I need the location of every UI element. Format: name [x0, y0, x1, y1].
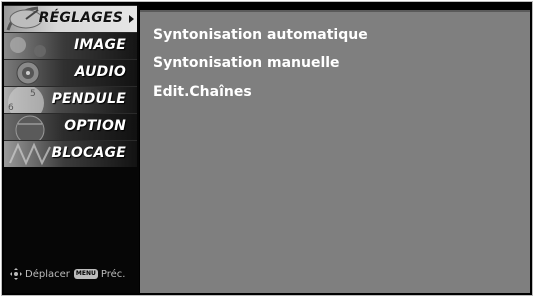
tv-menu-screen: RÉGLAGES IMAGE AUDIO 6 5 PENDULE OPTION …: [1, 1, 533, 296]
move-arrows-icon: [10, 268, 22, 280]
menu-item-blocage[interactable]: BLOCAGE: [4, 140, 137, 167]
submenu-panel: Syntonisation automatique Syntonisation …: [140, 10, 530, 293]
menu-item-label: BLOCAGE: [51, 145, 126, 161]
submenu-option-manual-tuning[interactable]: Syntonisation manuelle: [153, 55, 340, 71]
menu-item-label: OPTION: [64, 118, 126, 134]
main-menu-sidebar: RÉGLAGES IMAGE AUDIO 6 5 PENDULE OPTION …: [4, 5, 139, 293]
menu-item-image[interactable]: IMAGE: [4, 32, 137, 59]
menu-key-icon: MENU: [73, 269, 98, 279]
submenu-option-channel-edit[interactable]: Edit.Chaînes: [153, 84, 252, 100]
move-hint-label: Déplacer: [25, 268, 70, 280]
svg-text:5: 5: [30, 89, 36, 99]
menu-item-label: PENDULE: [51, 91, 126, 107]
menu-item-label: AUDIO: [74, 64, 126, 80]
menu-item-reglages[interactable]: RÉGLAGES: [4, 5, 137, 32]
submenu-option-auto-tuning[interactable]: Syntonisation automatique: [153, 27, 368, 43]
menu-item-audio[interactable]: AUDIO: [4, 59, 137, 86]
chevron-right-icon: [129, 15, 134, 23]
svg-text:6: 6: [8, 103, 14, 113]
previous-hint-label: Préc.: [100, 268, 126, 280]
menu-item-option[interactable]: OPTION: [4, 113, 137, 140]
menu-item-label: IMAGE: [73, 37, 126, 53]
menu-item-label: RÉGLAGES: [38, 10, 123, 26]
menu-item-pendule[interactable]: 6 5 PENDULE: [4, 86, 137, 113]
panel-top-divider: [140, 10, 530, 12]
navigation-hint: Déplacer MENU Préc.: [10, 267, 125, 281]
